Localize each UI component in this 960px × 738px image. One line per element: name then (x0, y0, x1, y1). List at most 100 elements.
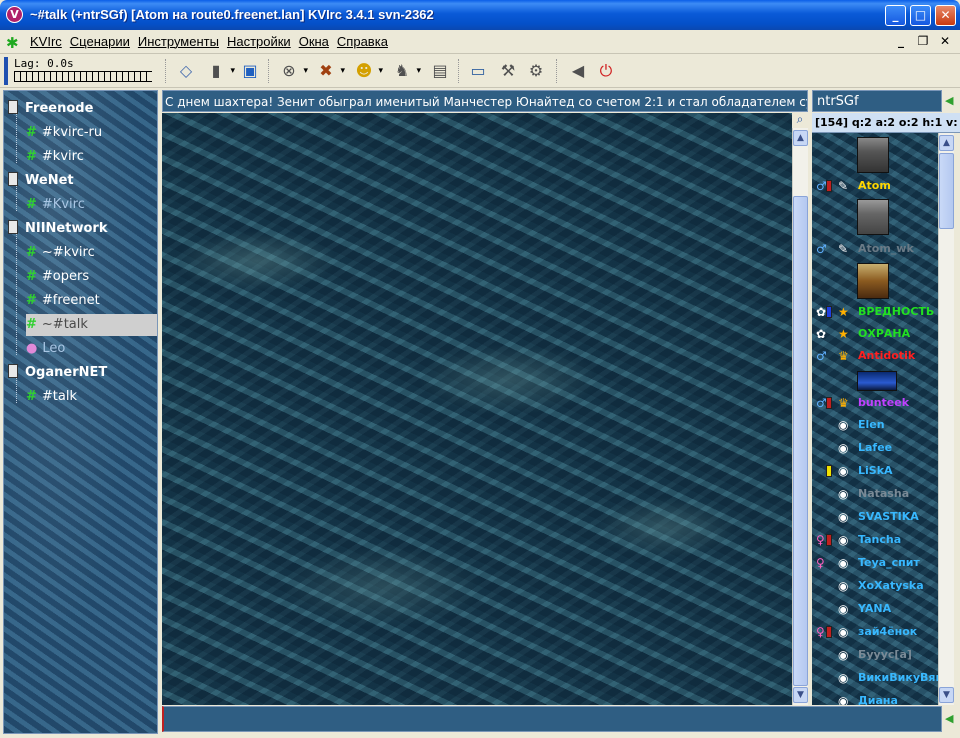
minimize-button[interactable]: _ (885, 5, 906, 26)
speaker-icon[interactable]: ◀ (566, 59, 590, 83)
user-row[interactable]: ◉ LiSkA (812, 460, 938, 482)
bot-gear-icon: ✿ (816, 305, 827, 319)
user-row[interactable]: ◉ Буууc[a] (812, 644, 938, 666)
voice-icon: ◉ (838, 510, 849, 524)
lag-bar (14, 71, 152, 82)
scroll-thumb[interactable] (939, 153, 954, 229)
query-leo[interactable]: ● Leo (26, 338, 65, 360)
input-expand-icon[interactable]: ◀ (945, 712, 955, 725)
user-row[interactable]: ◉ SVASTIKA (812, 506, 938, 528)
menu-bar: ✱ KVIrc Сценарии Инструменты Настройки О… (0, 30, 960, 54)
mdi-minimize-button[interactable]: _ (893, 34, 909, 48)
user-row[interactable]: ◉ Диана (812, 690, 938, 705)
user-nick: Atom (858, 179, 891, 192)
channel-opers[interactable]: # #opers (26, 266, 89, 288)
menu-tools[interactable]: Инструменты (138, 34, 219, 49)
avatar (857, 371, 897, 391)
channel-icon: # (26, 389, 37, 404)
server-options-icon[interactable]: ▮ (204, 59, 235, 83)
scroll-down-arrow[interactable]: ▼ (793, 687, 808, 703)
penguin-icon[interactable]: ♞ (390, 59, 421, 83)
power-icon[interactable]: ⏻ (594, 59, 618, 83)
user-nick: зай4ёнок (858, 625, 918, 638)
userlist-header[interactable]: ntrSGf (812, 90, 942, 112)
channel-talk[interactable]: # #talk (26, 386, 77, 408)
user-row[interactable]: ◉ XoXatyska (812, 575, 938, 597)
smiley-icon[interactable]: ☻ (352, 59, 383, 83)
server-icon (8, 220, 18, 234)
settings-panel-icon[interactable]: ▭ (466, 59, 490, 83)
toolbar-separator (268, 59, 270, 83)
channel-kvirc-ru[interactable]: # #kvirc-ru (26, 122, 102, 144)
wrench-icon[interactable]: ⚒ (496, 59, 520, 83)
status-flag-icon (826, 534, 832, 546)
female-icon: ♀ (816, 625, 825, 639)
title-bar[interactable]: V ~#talk (+ntrSGf) [Atom на route0.freen… (0, 0, 960, 30)
kvirc-app-icon[interactable]: V (6, 6, 23, 23)
network-wenet[interactable]: WeNet (8, 170, 74, 192)
menu-windows[interactable]: Окна (299, 34, 329, 49)
channel-tilde-talk-selected[interactable]: # ~#talk (26, 314, 157, 336)
network-freenode[interactable]: Freenode (8, 98, 93, 120)
user-nick: Tancha (858, 533, 902, 546)
user-row[interactable]: ♂ ♛ Antidotik (812, 345, 938, 367)
voice-icon: ◉ (838, 625, 849, 639)
lag-label: Lag: 0.0s (14, 57, 74, 70)
channel-tilde-kvirc[interactable]: # ~#kvirc (26, 242, 95, 264)
search-icon[interactable]: ⌕ (792, 112, 808, 128)
menu-help[interactable]: Справка (337, 34, 388, 49)
user-row[interactable]: ✿ ★ ОХРАНА (812, 323, 938, 345)
channel-kvirc-wenet[interactable]: # #Kvirc (26, 194, 85, 216)
scroll-thumb[interactable] (793, 196, 808, 686)
male-icon: ♂ (816, 242, 827, 256)
network-niinetwork[interactable]: NIINetwork (8, 218, 107, 240)
chat-scrollbar[interactable]: ▲ ▼ (792, 128, 808, 705)
scripting-icon[interactable]: ⚙ (524, 59, 548, 83)
scroll-down-arrow[interactable]: ▼ (939, 687, 954, 703)
user-row[interactable]: ◉ ВикиВикуВяк (812, 667, 938, 689)
help-book-icon[interactable]: ▤ (428, 59, 452, 83)
user-row[interactable]: ♀ ◉ Teya_спит (812, 552, 938, 574)
user-row[interactable]: ♀ ◉ зай4ёнок (812, 621, 938, 643)
connect-icon[interactable]: ◇ (174, 59, 198, 83)
user-row[interactable]: ♀ ◉ Tancha (812, 529, 938, 551)
user-row[interactable]: ✿ ★ ВРЕДНОСТЬ (812, 301, 938, 323)
user-list[interactable]: ♂ ✎ Atom ♂ ✎ Atom_wk ✿ ★ ВРЕДНОСТЬ ✿ ★ О… (812, 133, 938, 705)
status-flag-icon (826, 306, 832, 318)
network-oganernet[interactable]: OganerNET (8, 362, 107, 384)
scroll-up-arrow[interactable]: ▲ (793, 130, 808, 146)
maximize-button[interactable]: □ (910, 5, 931, 26)
new-window-icon[interactable]: ▣ (238, 59, 262, 83)
mdi-close-button[interactable]: ✕ (937, 34, 953, 48)
menu-scripts[interactable]: Сценарии (70, 34, 130, 49)
chat-view[interactable] (162, 113, 792, 705)
status-flag-icon (826, 465, 832, 477)
user-row[interactable]: ◉ Elen (812, 414, 938, 436)
tools-glasses-icon[interactable]: ⊗ (277, 59, 308, 83)
scroll-up-arrow[interactable]: ▲ (939, 135, 954, 151)
user-row[interactable]: ♂ ✎ Atom (812, 175, 938, 197)
user-nick: Диана (858, 694, 898, 705)
channel-icon: # (26, 149, 37, 164)
channel-kvirc[interactable]: # #kvirc (26, 146, 84, 168)
message-input[interactable] (162, 706, 942, 732)
user-row[interactable]: ◉ Natasha (812, 483, 938, 505)
user-row[interactable]: ◉ YANA (812, 598, 938, 620)
menu-settings[interactable]: Настройки (227, 34, 291, 49)
user-row[interactable]: ♂ ♛ bunteek (812, 392, 938, 414)
user-nick: ОХРАНА (858, 327, 911, 340)
userlist-toggle-icon[interactable]: ◀ (945, 94, 953, 107)
userlist-scrollbar[interactable]: ▲ ▼ (938, 133, 954, 705)
tools-wrench-icon[interactable]: ✖ (314, 59, 345, 83)
mdi-restore-button[interactable]: ❐ (915, 34, 931, 48)
close-button[interactable]: ✕ (935, 5, 956, 26)
bot-gear-icon: ✿ (816, 327, 827, 341)
voice-icon: ◉ (838, 441, 849, 455)
channel-topic[interactable]: С днем шахтера! Зенит обыграл именитый М… (162, 90, 808, 112)
channel-freenet[interactable]: # #freenet (26, 290, 100, 312)
user-nick: bunteek (858, 396, 910, 409)
operator-wrench-icon: ✎ (838, 242, 849, 256)
menu-kvirc[interactable]: KVIrc (30, 34, 62, 49)
user-row[interactable]: ◉ Lafee (812, 437, 938, 459)
user-row[interactable]: ♂ ✎ Atom_wk (812, 238, 938, 260)
